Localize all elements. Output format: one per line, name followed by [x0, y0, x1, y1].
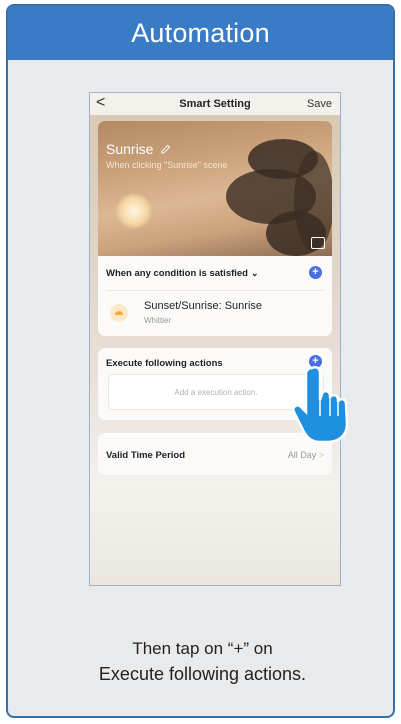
- scene-hero-image: Sunrise When clicking "Sunrise" scene: [98, 121, 332, 256]
- pencil-icon[interactable]: [160, 144, 171, 155]
- chevron-down-icon: ⌄: [251, 268, 259, 278]
- scene-name[interactable]: Sunrise: [106, 141, 171, 157]
- scene-subtitle: When clicking "Sunrise" scene: [106, 160, 228, 170]
- valid-time-label: Valid Time Period: [106, 450, 186, 461]
- condition-item-location: Whittier: [144, 316, 172, 325]
- image-icon[interactable]: [311, 237, 325, 249]
- condition-item-title[interactable]: Sunset/Sunrise: Sunrise: [144, 300, 262, 312]
- phone-screenshot: < Smart Setting Save Sunrise When clicki…: [89, 92, 341, 586]
- condition-panel: When any condition is satisfied ⌄ + Sunse…: [98, 256, 332, 336]
- caption-line-2: Execute following actions.: [98, 664, 307, 684]
- valid-time-value: All Day >: [287, 450, 324, 460]
- phone-topbar: < Smart Setting Save: [90, 93, 340, 115]
- condition-dropdown[interactable]: When any condition is satisfied ⌄: [106, 268, 259, 279]
- caption-line-1: Then tap on “+” on: [132, 639, 273, 658]
- execute-label: Execute following actions: [106, 358, 223, 369]
- add-condition-button[interactable]: +: [309, 266, 322, 279]
- pointing-hand-icon: [292, 365, 349, 444]
- header-title: Automation: [131, 17, 270, 48]
- save-button[interactable]: Save: [307, 98, 332, 110]
- card-header: Automation: [8, 6, 393, 60]
- sun-graphic: [116, 193, 152, 229]
- sunrise-icon: [110, 304, 128, 322]
- tutorial-card: Automation < Smart Setting Save Sunrise …: [6, 4, 395, 718]
- page-title: Smart Setting: [179, 98, 251, 110]
- chevron-right-icon: >: [318, 450, 324, 460]
- caption-bold-label: Execute following actions: [98, 664, 302, 684]
